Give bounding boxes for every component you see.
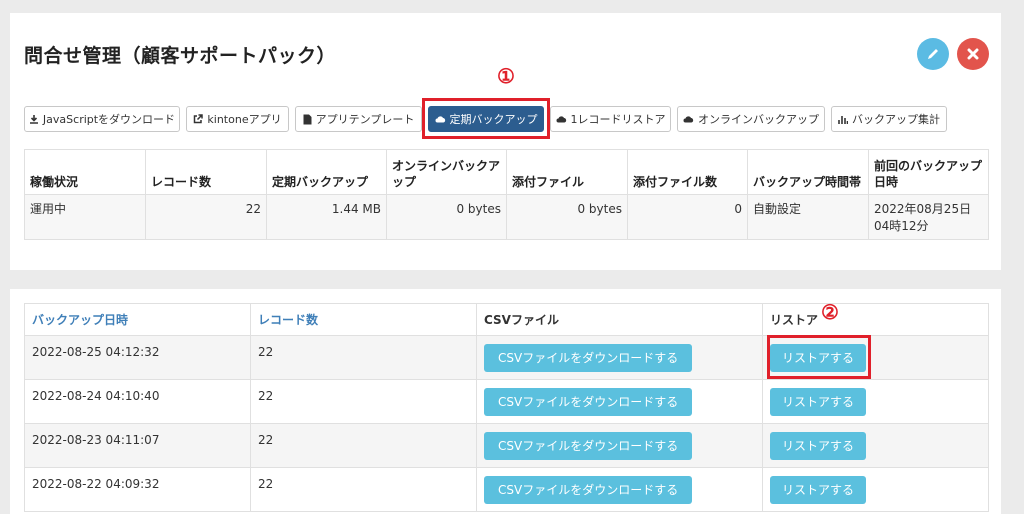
download-javascript-label: JavaScriptをダウンロード: [42, 113, 176, 126]
annotation-highlight-2: [767, 335, 871, 379]
last-backup-datetime-cell: 2022年08月25日04時12分: [868, 194, 989, 240]
pencil-icon: [928, 49, 938, 59]
restore-button[interactable]: リストアする: [770, 388, 867, 416]
cloud-icon: [556, 116, 566, 123]
app-summary-table: 稼働状況 レコード数 定期バックアップ オンラインバックアップ 添付ファイル 添…: [24, 149, 989, 240]
summary-header: オンラインバックアップ: [386, 149, 507, 195]
summary-header: 前回のバックアップ日時: [868, 149, 989, 195]
record-count-cell: 22: [250, 423, 477, 468]
download-csv-button[interactable]: CSVファイルをダウンロードする: [484, 388, 693, 416]
sort-record-count-header[interactable]: レコード数: [250, 303, 477, 336]
backup-summary-button[interactable]: バックアップ集計: [831, 106, 947, 132]
summary-header: バックアップ時間帯: [747, 149, 869, 195]
app-template-label: アプリテンプレート: [315, 113, 415, 126]
kintone-app-button[interactable]: kintoneアプリ: [186, 106, 289, 132]
table-row: 2022-08-22 04:09:32 22 CSVファイルをダウンロードする …: [24, 467, 989, 512]
kintone-app-label: kintoneアプリ: [207, 113, 282, 126]
close-icon: [967, 48, 979, 60]
restore-header: リストア: [762, 303, 989, 336]
page-title: 問合せ管理（顧客サポートパック）: [24, 45, 337, 67]
online-backup-label: オンラインバックアップ: [698, 113, 819, 126]
csv-file-header: CSVファイル: [476, 303, 763, 336]
edit-button[interactable]: [917, 38, 949, 70]
online-backup-button[interactable]: オンラインバックアップ: [677, 106, 825, 132]
summary-header: 添付ファイル数: [627, 149, 748, 195]
summary-header: 定期バックアップ: [266, 149, 387, 195]
download-icon: [29, 115, 38, 124]
record-count-cell: 22: [250, 467, 477, 512]
file-icon: [303, 114, 312, 124]
download-csv-button[interactable]: CSVファイルをダウンロードする: [484, 476, 693, 504]
bar-chart-icon: [838, 115, 848, 124]
cloud-icon: [683, 116, 694, 123]
record-count-cell: 22: [145, 194, 267, 240]
backup-date-cell: 2022-08-22 04:09:32: [24, 467, 251, 512]
annotation-highlight-1: [422, 98, 550, 139]
record-count-cell: 22: [250, 335, 477, 380]
app-template-button[interactable]: アプリテンプレート: [295, 106, 422, 132]
sort-backup-date-header[interactable]: バックアップ日時: [24, 303, 251, 336]
attachment-count-cell: 0: [627, 194, 748, 240]
status-cell: 運用中: [24, 194, 146, 240]
restore-button[interactable]: リストアする: [770, 432, 867, 460]
attachment-size-cell: 0 bytes: [506, 194, 628, 240]
summary-header: レコード数: [145, 149, 267, 195]
backup-date-cell: 2022-08-25 04:12:32: [24, 335, 251, 380]
backup-date-cell: 2022-08-24 04:10:40: [24, 379, 251, 424]
close-button[interactable]: [957, 38, 989, 70]
external-link-icon: [194, 114, 204, 124]
backup-summary-label: バックアップ集計: [852, 113, 940, 126]
annotation-marker-2: ②: [821, 300, 839, 324]
table-row: 2022-08-24 04:10:40 22 CSVファイルをダウンロードする …: [24, 379, 989, 424]
summary-header: 稼働状況: [24, 149, 146, 195]
annotation-marker-1: ①: [497, 64, 515, 88]
table-row: 2022-08-23 04:11:07 22 CSVファイルをダウンロードする …: [24, 423, 989, 468]
single-record-restore-label: 1レコードリストア: [570, 113, 666, 126]
single-record-restore-button[interactable]: 1レコードリストア: [550, 106, 671, 132]
scheduled-backup-size-cell: 1.44 MB: [266, 194, 387, 240]
download-javascript-button[interactable]: JavaScriptをダウンロード: [24, 106, 180, 132]
summary-header: 添付ファイル: [506, 149, 628, 195]
record-count-cell: 22: [250, 379, 477, 424]
download-csv-button[interactable]: CSVファイルをダウンロードする: [484, 344, 693, 372]
restore-button[interactable]: リストアする: [770, 476, 867, 504]
download-csv-button[interactable]: CSVファイルをダウンロードする: [484, 432, 693, 460]
online-backup-size-cell: 0 bytes: [386, 194, 507, 240]
backup-date-cell: 2022-08-23 04:11:07: [24, 423, 251, 468]
backup-time-slot-cell: 自動設定: [747, 194, 869, 240]
